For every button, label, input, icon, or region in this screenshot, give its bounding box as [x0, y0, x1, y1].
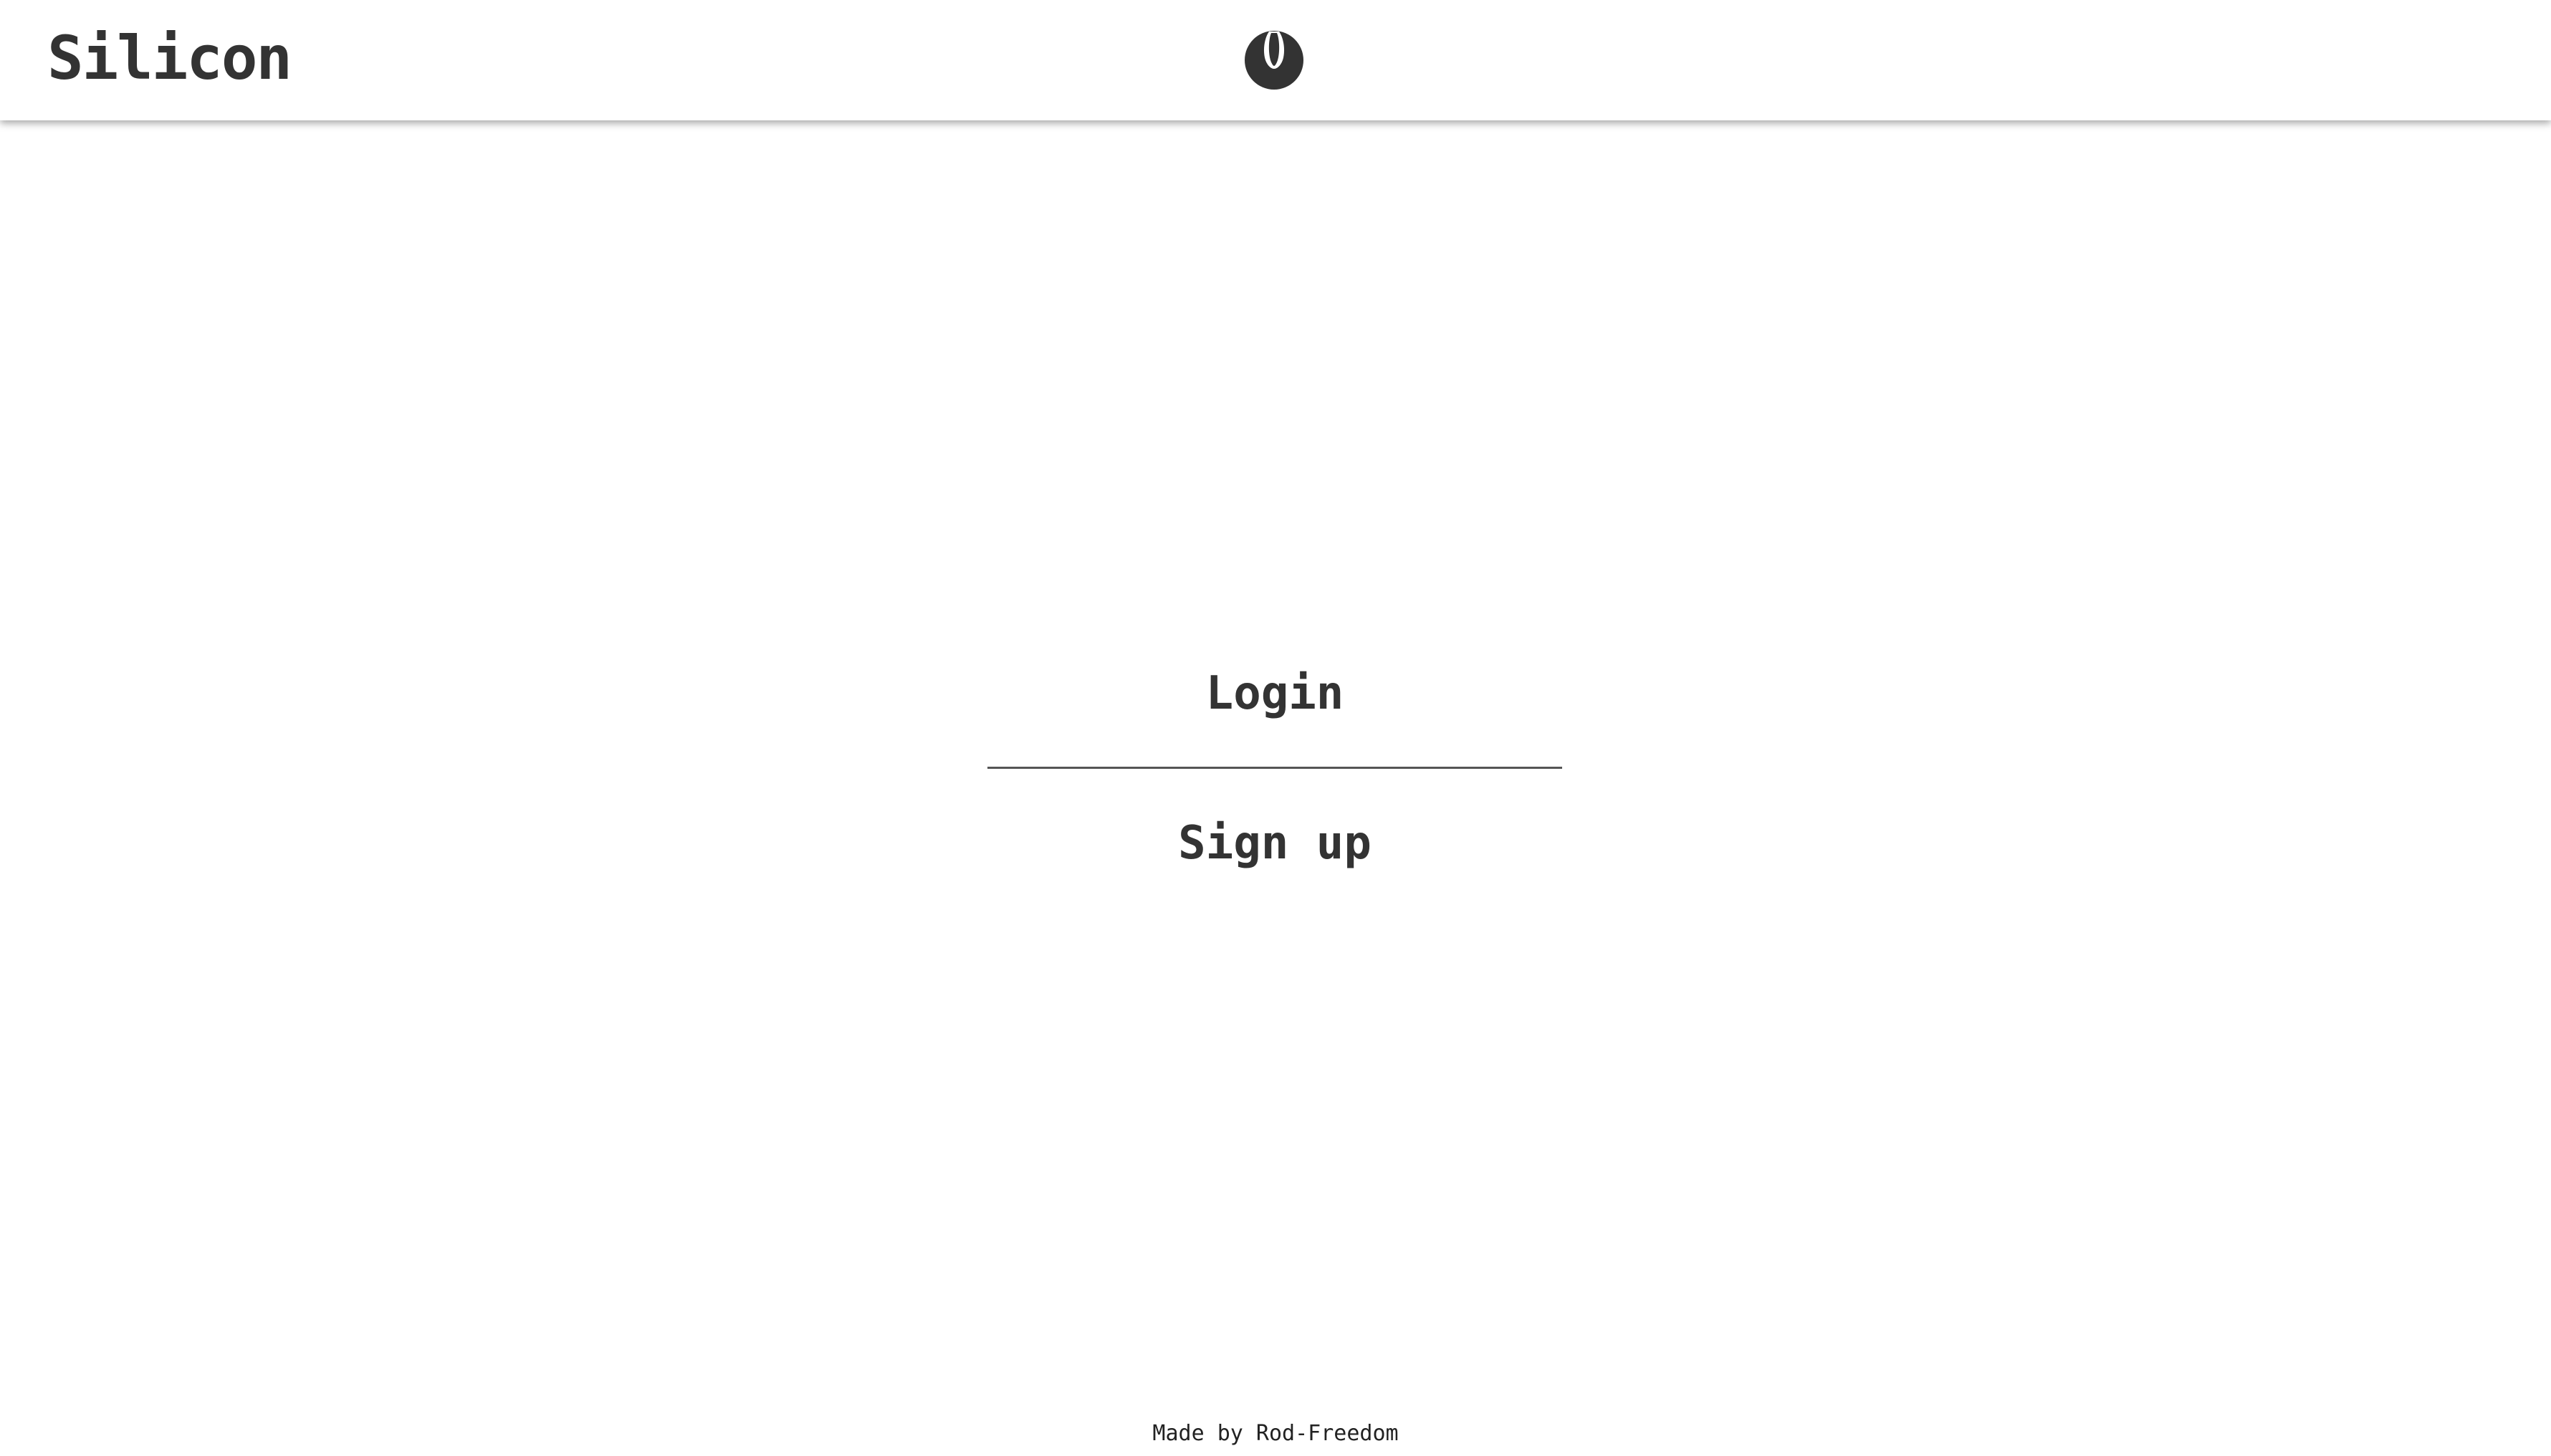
brand-title[interactable]: Silicon — [47, 19, 292, 97]
top-header: Silicon — [0, 0, 2551, 120]
menu-divider — [987, 767, 1562, 769]
helmet-icon[interactable] — [1244, 29, 1304, 90]
login-link[interactable]: Login — [987, 645, 1562, 742]
signup-link[interactable]: Sign up — [987, 795, 1562, 892]
auth-menu: Login Sign up — [987, 645, 1562, 892]
footer-credit: Made by Rod-Freedom — [1152, 1421, 1399, 1446]
